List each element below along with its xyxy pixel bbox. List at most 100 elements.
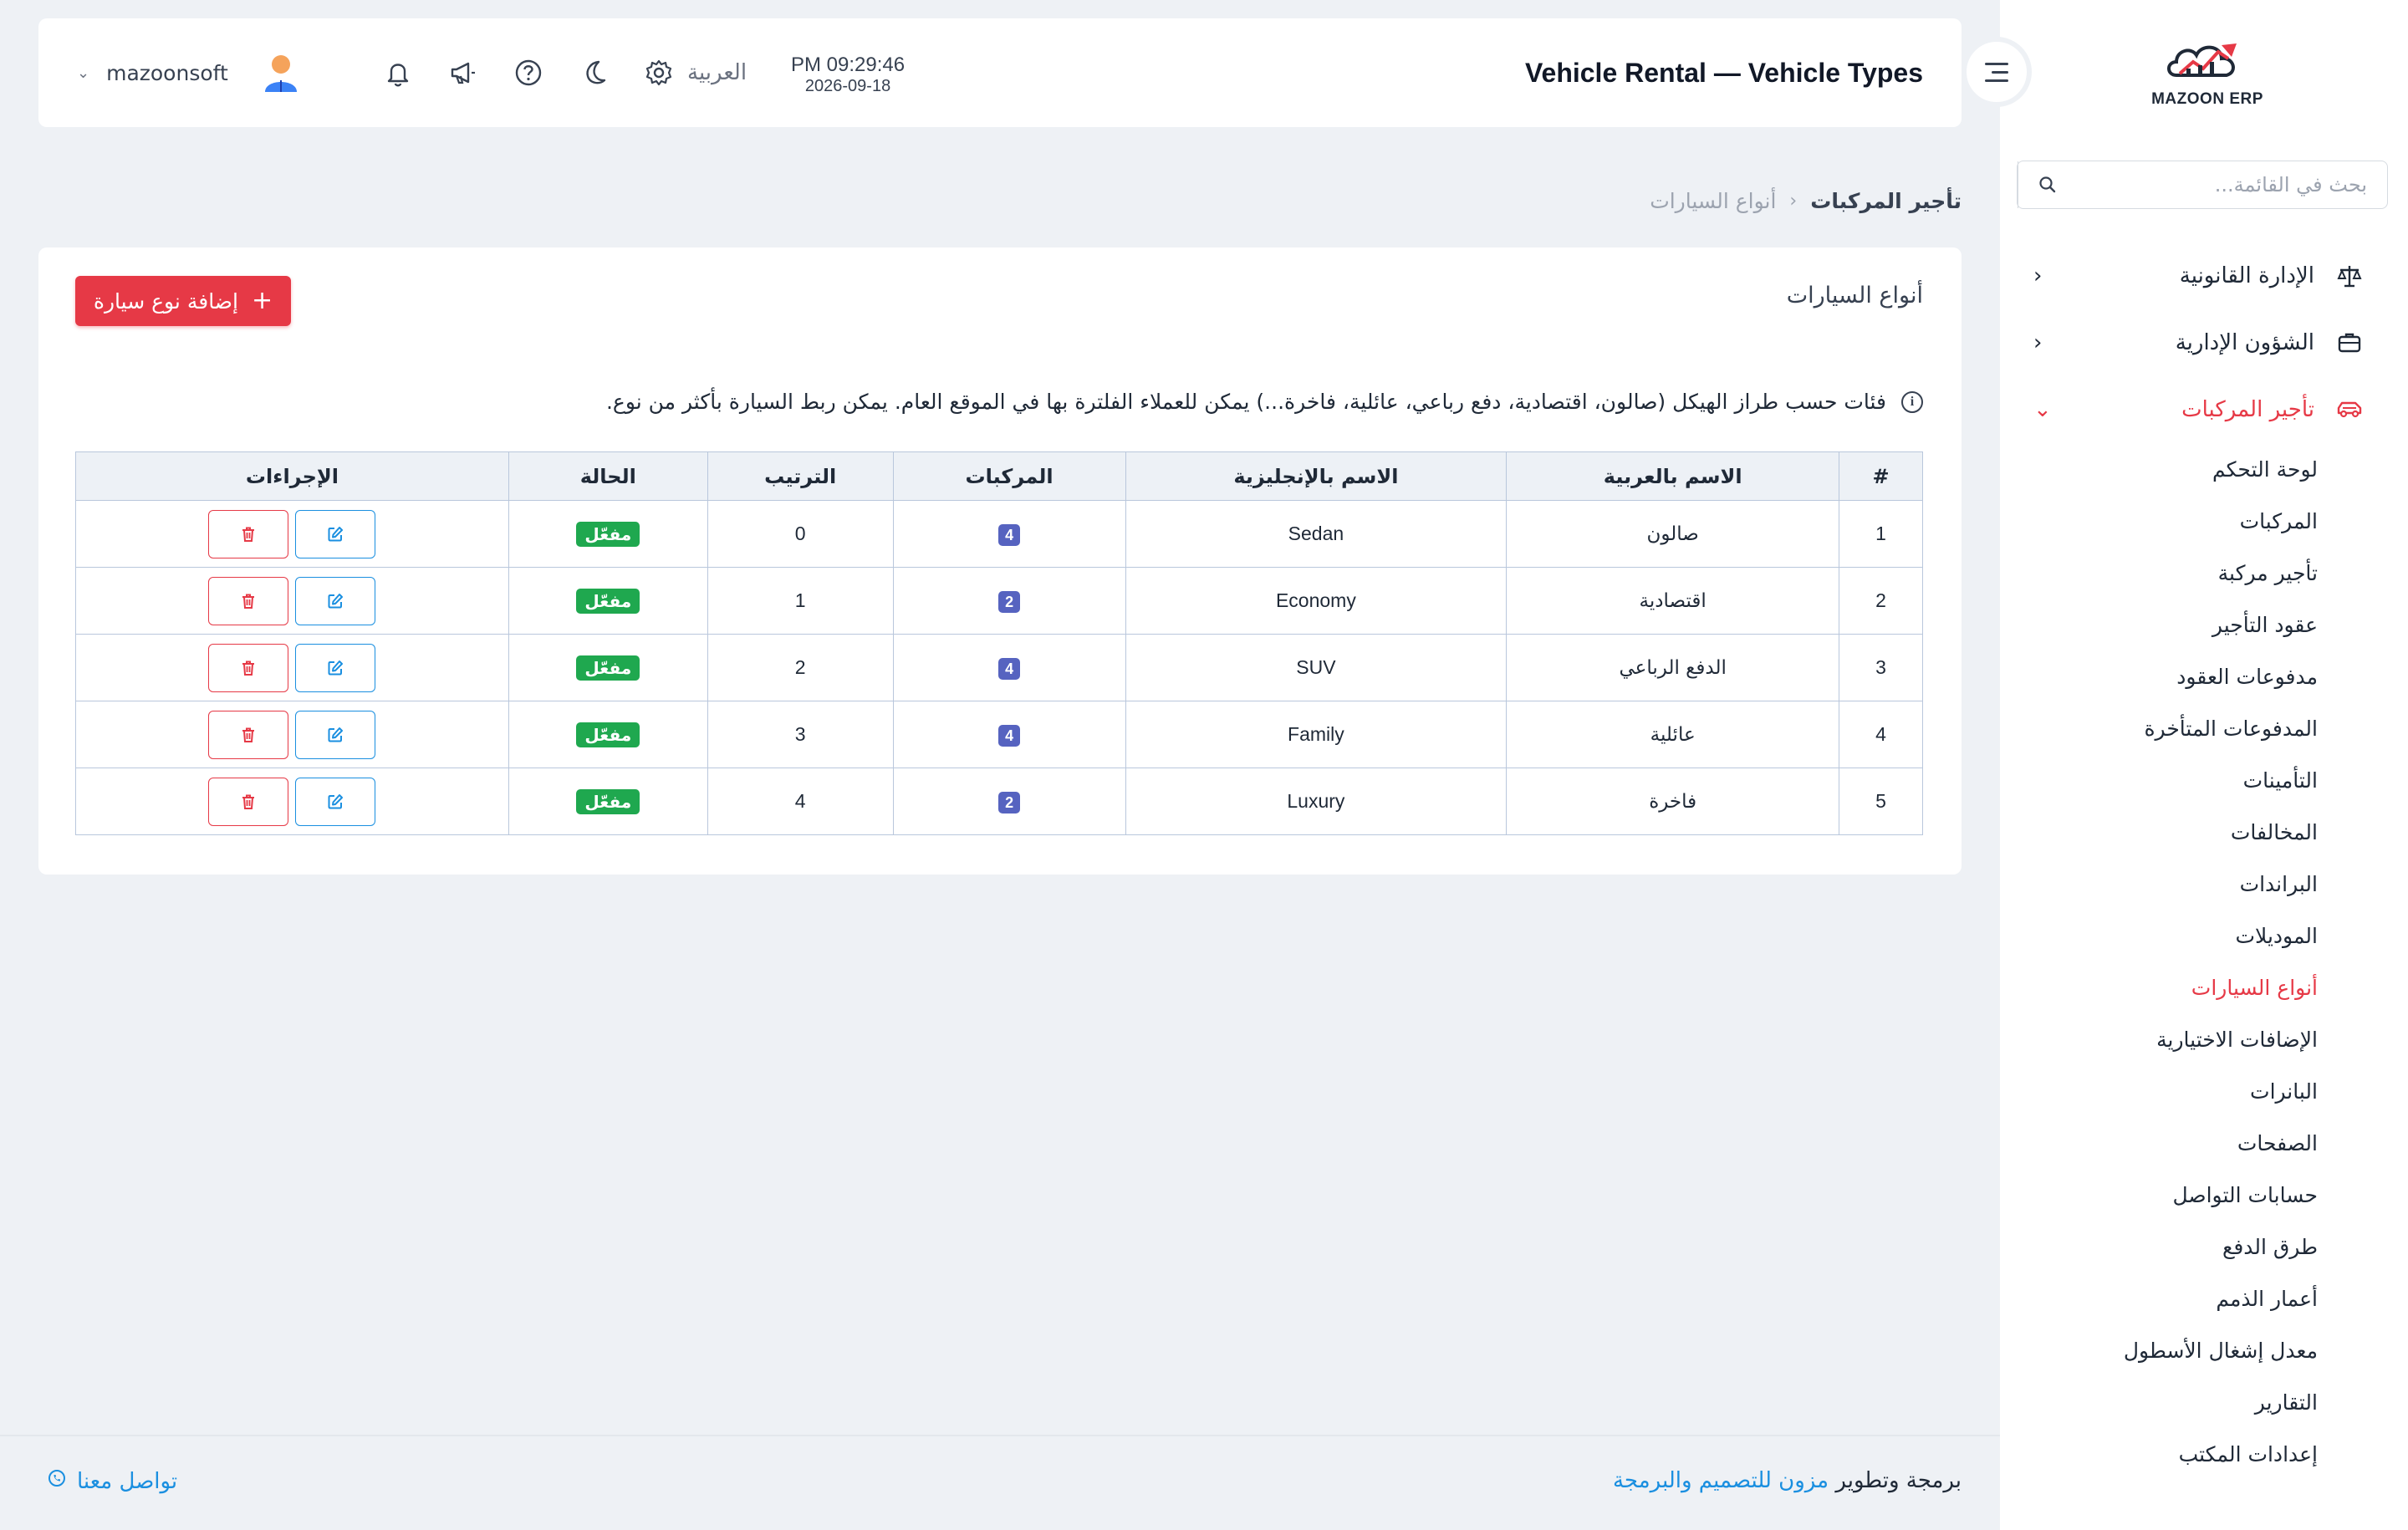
order-cell: 2 [707,634,894,701]
sidebar-subitem[interactable]: الموديلات [2000,910,2408,961]
edit-icon [326,793,344,811]
logo-icon [2167,43,2237,77]
info-note: i فئات حسب طراز الهيكل (صالون، اقتصادية،… [606,390,1923,414]
column-header: الترتيب [707,451,894,501]
sidebar-subitem[interactable]: عقود التأجير [2000,599,2408,650]
footer-credit-prefix: برمجة وتطوير [1835,1468,1962,1493]
sidebar-subitem[interactable]: الصفحات [2000,1117,2408,1169]
sidebar-subitem[interactable]: البراندات [2000,858,2408,910]
megaphone-icon[interactable] [446,56,480,89]
clock-time: PM 09:29:46 [791,54,906,76]
sidebar-subitem[interactable]: أعمار الذمم [2000,1272,2408,1324]
trash-icon [239,592,258,610]
sidebar-subitem[interactable]: الإضافات الاختيارية [2000,1013,2408,1065]
sidebar-item-vehicle-rental[interactable]: تأجير المركبات ⌄ [2000,376,2408,443]
vehicle-count-badge: 4 [998,724,1021,747]
moon-icon[interactable] [577,56,610,89]
search-icon[interactable] [2018,161,2076,208]
car-icon [2333,396,2366,423]
delete-button[interactable] [208,710,289,759]
status-badge: مفعّل [576,722,640,747]
edit-button[interactable] [295,643,376,692]
menu-icon-line [1985,79,2008,82]
status-badge: مفعّل [576,521,640,547]
delete-button[interactable] [208,509,289,558]
edit-button[interactable] [295,710,376,759]
contact-us-link[interactable]: تواصل معنا [47,1468,177,1494]
sidebar-item-label: الشؤون الإدارية [2175,330,2314,355]
add-vehicle-type-button[interactable]: + إضافة نوع سيارة [75,276,291,326]
sidebar-subitem[interactable]: المركبات [2000,495,2408,547]
sidebar-subitem[interactable]: أنواع السيارات [2000,961,2408,1013]
vehicle-count-badge: 4 [998,657,1021,680]
footer-credit: برمجة وتطوير مزون للتصميم والبرمجة [1613,1468,1962,1493]
footer-contact-label: تواصل معنا [77,1468,178,1494]
sidebar-subitem[interactable]: المدفوعات المتأخرة [2000,702,2408,754]
vehicles-cell: 2 [892,567,1126,635]
status-badge: مفعّل [576,655,640,681]
edit-button[interactable] [295,509,376,558]
table-body: 1 صالون Sedan 4 0 مفعّل 2 اقتصادية Economy 2 1 مفعّ… [75,500,1923,835]
sidebar-subitem[interactable]: التأمينات [2000,754,2408,806]
table-row: 2 اقتصادية Economy 2 1 مفعّل [75,567,1923,635]
sidebar: MAZOON ERP الإدارة القانونية ‹ الشؤون ال… [2000,0,2408,1530]
column-header: المركبات [892,451,1126,501]
chevron-left-icon: ‹ [2033,263,2043,288]
vehicles-cell: 4 [892,500,1126,568]
edit-button[interactable] [295,777,376,826]
table-row: 5 فاخرة Luxury 2 4 مفعّل [75,768,1923,835]
sidebar-item-admin[interactable]: الشؤون الإدارية ‹ [2000,309,2408,376]
sidebar-search-input[interactable] [2076,161,2387,208]
name-en-cell: Sedan [1125,500,1508,568]
avatar[interactable] [260,52,302,94]
actions-cell [75,634,509,701]
footer-brand-link[interactable]: مزون للتصميم والبرمجة [1613,1468,1829,1493]
info-icon: i [1901,390,1923,413]
sidebar-subitem[interactable]: مدفوعات العقود [2000,650,2408,702]
header-clock: PM 09:29:46 2026-09-18 [791,54,905,95]
top-header: Vehicle Rental — Vehicle Types ⌄ mazoons… [38,18,1962,127]
sidebar-item-legal[interactable]: الإدارة القانونية ‹ [2000,242,2408,309]
sidebar-subitem[interactable]: البانرات [2000,1065,2408,1117]
breadcrumb-root[interactable]: تأجير المركبات [1810,189,1962,213]
edit-icon [326,525,344,543]
edit-icon [326,726,344,744]
gear-icon[interactable] [642,56,676,89]
sidebar-subitem[interactable]: لوحة التحكم [2000,443,2408,495]
name-en-cell: Luxury [1125,768,1508,835]
edit-button[interactable] [295,576,376,625]
sidebar-subitem[interactable]: المخالفات [2000,806,2408,858]
breadcrumb-current: أنواع السيارات [1650,189,1777,213]
sidebar-item-label: تأجير المركبات [2181,397,2314,422]
name-ar-cell: صالون [1506,500,1840,568]
username: mazoonsoft [106,60,228,85]
sidebar-subitem[interactable]: إعدادات المكتب [2000,1428,2408,1480]
table-header-row: # الاسم بالعربية الاسم بالإنجليزية المركبات… [75,451,1923,501]
delete-button[interactable] [208,643,289,692]
status-badge: مفعّل [576,588,640,614]
sidebar-subitem[interactable]: معدل إشغال الأسطول [2000,1324,2408,1376]
row-number: 3 [1839,634,1923,701]
help-icon[interactable] [512,56,545,89]
language-switcher[interactable]: العربية [687,18,747,127]
sidebar-subitem[interactable]: حسابات التواصل [2000,1169,2408,1221]
sidebar-toggle-button[interactable] [1962,37,2032,107]
bell-icon[interactable] [381,56,415,89]
user-menu[interactable]: ⌄ mazoonsoft [77,18,302,127]
sidebar-subitem[interactable]: التقارير [2000,1376,2408,1428]
table-row: 1 صالون Sedan 4 0 مفعّل [75,500,1923,568]
plus-icon: + [251,286,273,315]
sidebar-subitem[interactable]: تأجير مركبة [2000,547,2408,599]
column-header: # [1839,451,1923,501]
delete-button[interactable] [208,777,289,826]
sidebar-subitem[interactable]: طرق الدفع [2000,1221,2408,1272]
status-cell: مفعّل [508,701,708,768]
column-header: الاسم بالإنجليزية [1125,451,1508,501]
actions-cell [75,701,509,768]
header-icons [381,18,676,127]
row-number: 2 [1839,567,1923,635]
column-header: الحالة [508,451,708,501]
delete-button[interactable] [208,576,289,625]
app-logo[interactable]: MAZOON ERP [2134,33,2281,117]
chevron-left-icon: ‹ [1789,191,1798,212]
